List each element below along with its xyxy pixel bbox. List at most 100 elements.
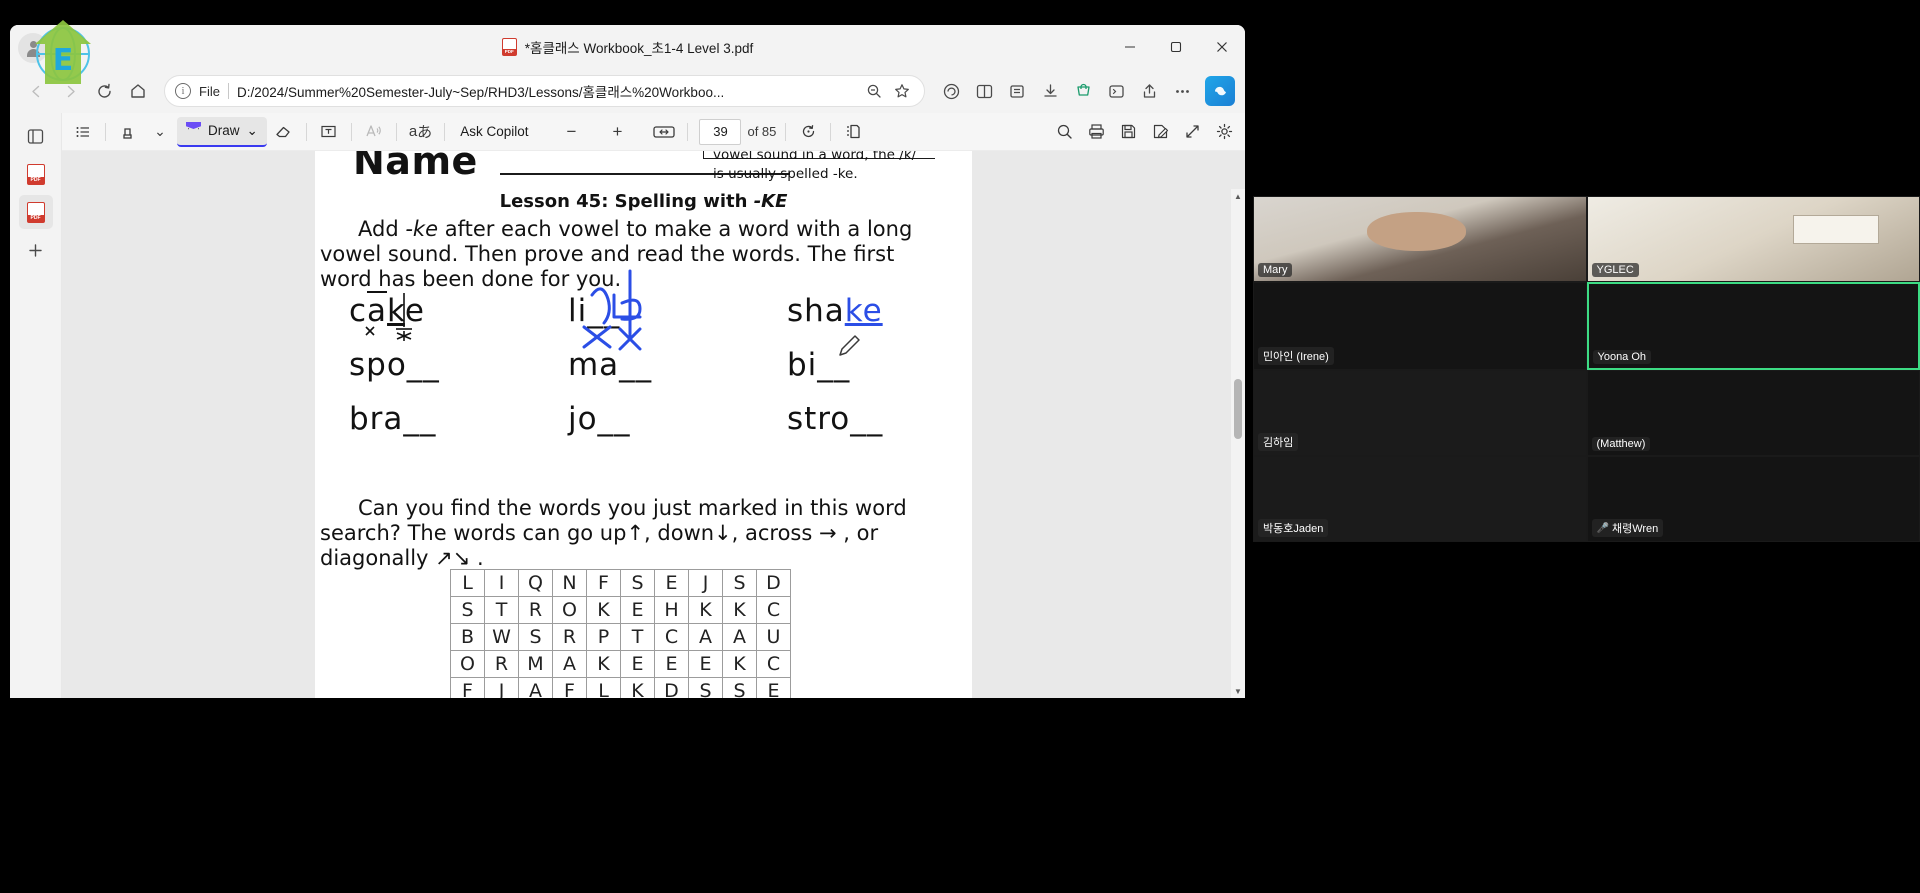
scroll-up-arrow-icon[interactable]: ▲	[1231, 189, 1245, 203]
close-button[interactable]	[1199, 25, 1245, 69]
zoom-in-button[interactable]: +	[602, 117, 632, 147]
settings-more-icon[interactable]	[1166, 75, 1198, 107]
fit-to-width-icon[interactable]	[648, 117, 680, 147]
scroll-down-arrow-icon[interactable]: ▼	[1231, 684, 1245, 698]
toolbar-divider	[350, 122, 352, 141]
print-icon[interactable]	[1081, 117, 1111, 147]
save-icon[interactable]	[1113, 117, 1143, 147]
site-info-icon[interactable]: i	[175, 83, 191, 99]
video-tile[interactable]: (Matthew)	[1586, 370, 1920, 456]
page-view-icon[interactable]	[838, 117, 868, 147]
title-bar: *홈클래스 Workbook_초1-4 Level 3.pdf	[10, 25, 1245, 69]
table-of-contents-icon[interactable]	[68, 117, 98, 147]
word-search-body: LIQNFSEJSDSTROKEHKKCBWSRPTCAAUORMAKEEEKC…	[450, 569, 791, 698]
video-tile[interactable]: 박동호Jaden	[1253, 456, 1587, 542]
word-search-cell: A	[688, 623, 723, 651]
lesson-title-suffix: -KE	[753, 191, 788, 212]
word-search-cell: S	[722, 569, 757, 597]
word-search-cell: E	[620, 596, 655, 624]
word-search-cell: K	[688, 596, 723, 624]
share-icon[interactable]	[1133, 75, 1165, 107]
rotate-icon[interactable]	[793, 117, 823, 147]
word-cell-ma: ma__	[567, 347, 653, 383]
eraser-icon[interactable]	[269, 117, 299, 147]
gear-icon[interactable]	[1209, 117, 1239, 147]
minimize-button[interactable]	[1107, 25, 1153, 69]
word-search-cell: L	[450, 569, 485, 597]
word-search-grid: LIQNFSEJSDSTROKEHKKCBWSRPTCAAUORMAKEEEKC…	[450, 569, 791, 698]
favorite-star-icon[interactable]	[890, 79, 914, 103]
highlighter-icon[interactable]	[113, 117, 143, 147]
video-conference-panel: Mary YGLEC 민아인 (Irene) Yoona Oh 김하임 (Matthew)…	[1253, 196, 1920, 542]
copilot-circle-icon[interactable]	[935, 75, 967, 107]
downloads-icon[interactable]	[1034, 75, 1066, 107]
browser-window: *홈클래스 Workbook_초1-4 Level 3.pdf	[10, 25, 1245, 698]
address-bar[interactable]: i File D:/2024/Summer%20Semester-July~Se…	[164, 75, 925, 107]
scrollbar-thumb[interactable]	[1234, 379, 1242, 439]
active-tab[interactable]: *홈클래스 Workbook_초1-4 Level 3.pdf	[10, 25, 1245, 69]
draw-tool-button[interactable]: Draw ⌄	[177, 116, 267, 147]
page-list-toggle-icon[interactable]	[19, 119, 53, 153]
read-aloud-icon[interactable]	[359, 117, 389, 147]
word-cell-sha: shake	[753, 293, 972, 356]
copilot-sidebar-button[interactable]	[1205, 76, 1235, 106]
word-search-row: BWSRPTCAAU	[450, 623, 791, 651]
home-icon[interactable]	[122, 75, 154, 107]
toolbar-divider	[687, 122, 689, 141]
participant-name-text: 김하임	[1263, 437, 1294, 449]
translate-latin-glyph: a	[408, 123, 418, 140]
fullscreen-icon[interactable]	[1177, 117, 1207, 147]
pdf-main: ⌄ Draw ⌄ a あ Ask Copilot − + 39 of 85 Na…	[62, 113, 1245, 698]
video-tile[interactable]: YGLEC	[1586, 196, 1920, 282]
word-search-cell: C	[756, 596, 791, 624]
browser-actions	[935, 75, 1235, 107]
pdf-thumbnail-icon	[26, 163, 45, 185]
page-number-input[interactable]: 39	[699, 118, 742, 145]
browser-essentials-icon[interactable]	[1100, 75, 1132, 107]
word-search-cell: B	[450, 623, 485, 651]
zoom-out-button[interactable]: −	[556, 117, 586, 147]
word-search-cell: S	[722, 677, 757, 698]
video-tile[interactable]: 김하임	[1253, 370, 1587, 456]
toolbar-divider	[305, 122, 307, 141]
participant-name-badge: 🎤 채령Wren	[1591, 519, 1664, 537]
highlighter-chevron-down-icon[interactable]: ⌄	[145, 117, 175, 147]
word-cell-jo: jo__	[567, 401, 631, 437]
word-cell-bra: bra__	[349, 401, 437, 437]
word-search-cell: R	[484, 650, 519, 678]
sidebar-item-pdf-1[interactable]	[19, 157, 53, 191]
pdf-file-icon	[501, 38, 517, 56]
zoom-out-icon[interactable]	[862, 79, 886, 103]
pdf-scrollbar[interactable]: ▲ ▼	[1231, 189, 1245, 698]
translate-icon[interactable]: aあ	[404, 117, 437, 147]
participant-name-badge: 박동호Jaden	[1258, 519, 1329, 537]
word-row: spo__ ma__ bi__	[315, 347, 972, 383]
save-as-icon[interactable]	[1145, 117, 1175, 147]
pdf-toolbar: ⌄ Draw ⌄ a あ Ask Copilot − + 39 of 85	[62, 113, 1245, 151]
participant-name-badge: 민아인 (Irene)	[1258, 347, 1334, 365]
word-search-cell: R	[518, 596, 553, 624]
word-search-row: FJAFLKDSSE	[450, 677, 791, 698]
video-tile[interactable]: 민아인 (Irene)	[1253, 282, 1587, 370]
screen-root: *홈클래스 Workbook_초1-4 Level 3.pdf	[0, 0, 1920, 893]
word-search-cell: C	[756, 650, 791, 678]
split-screen-icon[interactable]	[968, 75, 1000, 107]
draw-chevron-down-icon[interactable]: ⌄	[247, 123, 258, 139]
omnibox-divider	[227, 83, 229, 99]
word-cell-bi: bi__	[786, 347, 851, 383]
video-tile[interactable]: Yoona Oh	[1586, 282, 1920, 370]
add-text-icon[interactable]	[314, 117, 344, 147]
ask-copilot-button[interactable]: Ask Copilot	[452, 124, 536, 139]
shopping-icon[interactable]	[1067, 75, 1099, 107]
search-icon[interactable]	[1049, 117, 1079, 147]
collections-icon[interactable]	[1001, 75, 1033, 107]
video-tile[interactable]: Mary	[1253, 196, 1587, 282]
page-total-label: of 85	[747, 124, 777, 139]
worksheet-instructions-2: Can you find the words you just marked i…	[320, 496, 907, 570]
pdf-page-canvas[interactable]: Name vowel sound in a word, the /k/ is u…	[62, 151, 1245, 698]
add-icon[interactable]	[19, 233, 53, 267]
sidebar-item-pdf-2[interactable]	[18, 195, 53, 229]
video-tile[interactable]: 🎤 채령Wren	[1586, 456, 1920, 542]
participant-face	[1366, 212, 1467, 251]
maximize-button[interactable]	[1153, 25, 1199, 69]
